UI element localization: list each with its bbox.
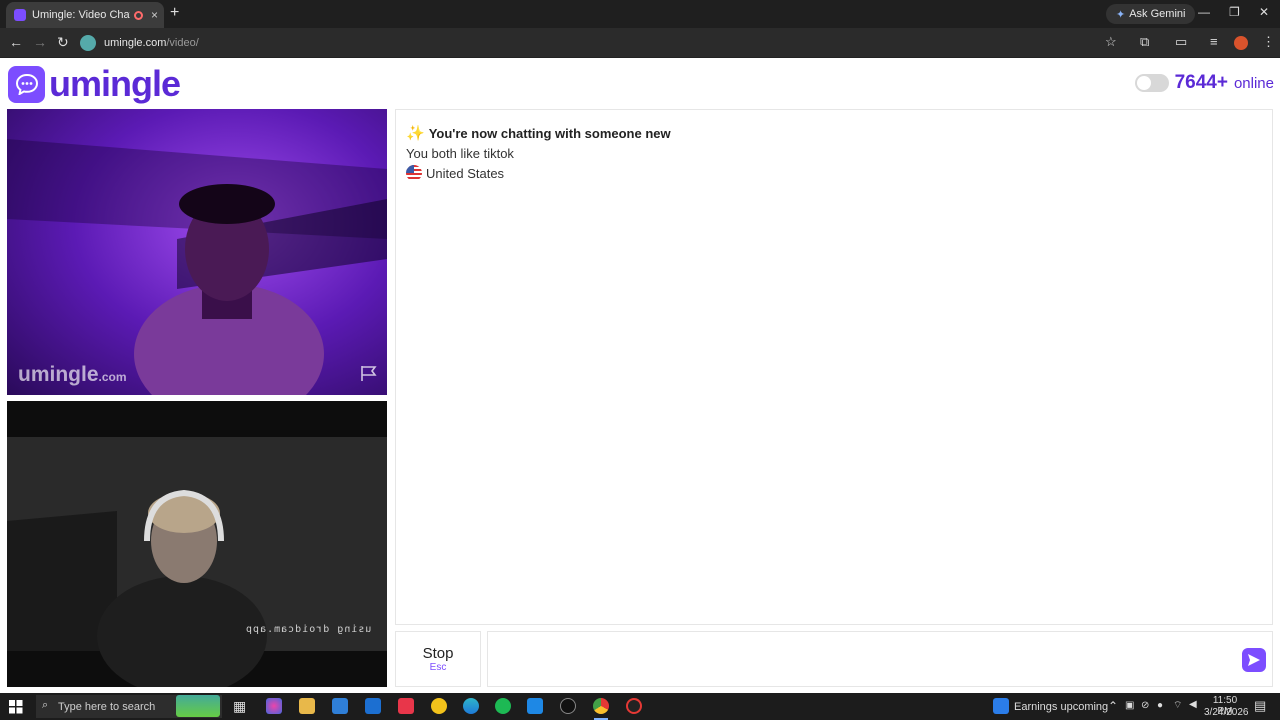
extensions-icon[interactable]: ⧉	[1140, 34, 1149, 50]
us-flag-icon	[406, 165, 422, 181]
country-label: United States	[426, 165, 505, 181]
url-path: /video/	[166, 37, 199, 49]
ask-gemini-label: Ask Gemini	[1129, 8, 1186, 20]
online-status: 7644+ online	[1134, 72, 1274, 94]
droidcam-overlay-label: using droidcam.app	[244, 624, 371, 635]
tray-app-icon[interactable]: ▣	[1125, 700, 1134, 711]
vpn-icon[interactable]	[527, 698, 543, 714]
notifications-icon[interactable]: ▤	[1254, 698, 1266, 714]
online-count: 7644+	[1174, 72, 1228, 93]
send-button[interactable]	[1242, 648, 1266, 672]
windows-taskbar: ⌕ Type here to search ▦ Earnings upcomin…	[0, 693, 1280, 720]
reload-icon[interactable]: ↻	[57, 34, 69, 51]
windows-start-icon[interactable]	[9, 700, 23, 719]
bookmark-star-icon[interactable]: ☆	[1105, 34, 1117, 50]
recorder-icon[interactable]	[626, 698, 642, 714]
ask-gemini-button[interactable]: ✦ Ask Gemini	[1106, 4, 1196, 24]
local-video-scene	[7, 437, 387, 687]
logo-text: umingle	[49, 63, 181, 104]
close-window-icon[interactable]: ✕	[1259, 5, 1269, 19]
github-desktop-icon[interactable]	[560, 698, 576, 714]
chat-title: You're now chatting with someone new	[428, 125, 671, 141]
file-explorer-icon[interactable]	[299, 698, 315, 714]
stop-button[interactable]: Stop Esc	[395, 631, 481, 687]
gemini-sparkle-icon: ✦	[1116, 8, 1126, 21]
tray-meet-icon[interactable]: ⊘	[1141, 700, 1149, 711]
message-composer	[487, 631, 1273, 687]
menu-kebab-icon[interactable]: ⋮	[1262, 34, 1275, 50]
profile-avatar-icon[interactable]	[1234, 36, 1248, 50]
report-flag-icon[interactable]	[359, 364, 379, 387]
chrome-icon[interactable]	[593, 698, 609, 714]
stop-shortcut: Esc	[429, 662, 447, 673]
copilot-icon[interactable]	[266, 698, 282, 714]
store-icon[interactable]	[332, 698, 348, 714]
new-tab-icon[interactable]: +	[170, 4, 179, 22]
remote-video: umingle.com	[7, 109, 387, 395]
news-label[interactable]: Earnings upcoming	[1014, 701, 1108, 713]
chat-bubble-logo-icon	[8, 65, 45, 103]
music-app-icon[interactable]	[398, 698, 414, 714]
volume-icon[interactable]: ◀	[1189, 699, 1197, 710]
online-label: online	[1233, 74, 1274, 92]
address-bar[interactable]: umingle.com /video/	[80, 31, 1130, 55]
stop-label: Stop	[422, 645, 454, 662]
wifi-icon[interactable]: ⌔	[1173, 699, 1182, 712]
search-placeholder: Type here to search	[58, 700, 156, 713]
browser-tab[interactable]: Umingle: Video Chat with S ×	[6, 2, 164, 28]
send-arrow-icon	[1248, 654, 1260, 666]
clock-date[interactable]: 3/24/2026	[1204, 707, 1249, 718]
remote-video-scene	[7, 139, 387, 395]
umingle-logo[interactable]: umingle	[8, 63, 181, 105]
back-icon[interactable]: ←	[9, 34, 23, 50]
edge-icon[interactable]	[463, 698, 479, 714]
watermark-text: umingle	[18, 363, 99, 386]
outlook-icon[interactable]	[365, 698, 381, 714]
site-info-icon[interactable]	[80, 35, 96, 51]
media-controls-icon[interactable]: ≡	[1210, 34, 1218, 49]
minimize-icon[interactable]: —	[1198, 5, 1210, 19]
chat-system-message: ✨ You're now chatting with someone new	[406, 124, 1262, 142]
search-icon: ⌕	[42, 699, 49, 711]
browser-toolbar: ← → ↻ umingle.com /video/ ☆ ⧉ ▭ ≡ ⋮	[0, 28, 1280, 58]
droidcam-overlay-text: using droidcam.app	[245, 624, 371, 635]
message-input[interactable]	[488, 632, 1228, 686]
watermark-domain: .com	[98, 370, 127, 384]
tray-expand-icon[interactable]: ⌃	[1108, 699, 1118, 713]
sparkle-icon: ✨	[406, 125, 425, 142]
norton-icon[interactable]	[431, 698, 447, 714]
mode-toggle[interactable]	[1134, 74, 1169, 92]
forward-icon[interactable]: →	[33, 34, 47, 50]
restore-icon[interactable]: ❐	[1229, 5, 1240, 19]
chat-log: ✨ You're now chatting with someone new Y…	[395, 109, 1273, 625]
news-widget-icon[interactable]	[993, 698, 1009, 714]
partner-country: United States	[406, 165, 1262, 181]
browser-tab-bar: Umingle: Video Chat with S × + ✦ Ask Gem…	[0, 0, 1280, 28]
url-host: umingle.com	[104, 37, 167, 49]
video-watermark: umingle.com	[18, 363, 127, 387]
shared-interests: You both like tiktok	[406, 146, 514, 161]
site-favicon-icon	[14, 9, 26, 21]
local-video: using droidcam.app	[7, 401, 387, 687]
task-view-icon[interactable]: ▦	[233, 698, 249, 714]
microphone-icon[interactable]: ●	[1157, 700, 1163, 711]
tab-title: Umingle: Video Chat with S	[32, 9, 130, 21]
recording-indicator-icon	[134, 10, 143, 20]
weather-widget-icon[interactable]	[176, 695, 220, 717]
sidebar-icon[interactable]: ▭	[1175, 34, 1187, 50]
spotify-icon[interactable]	[495, 698, 511, 714]
close-tab-icon[interactable]: ×	[151, 8, 158, 22]
